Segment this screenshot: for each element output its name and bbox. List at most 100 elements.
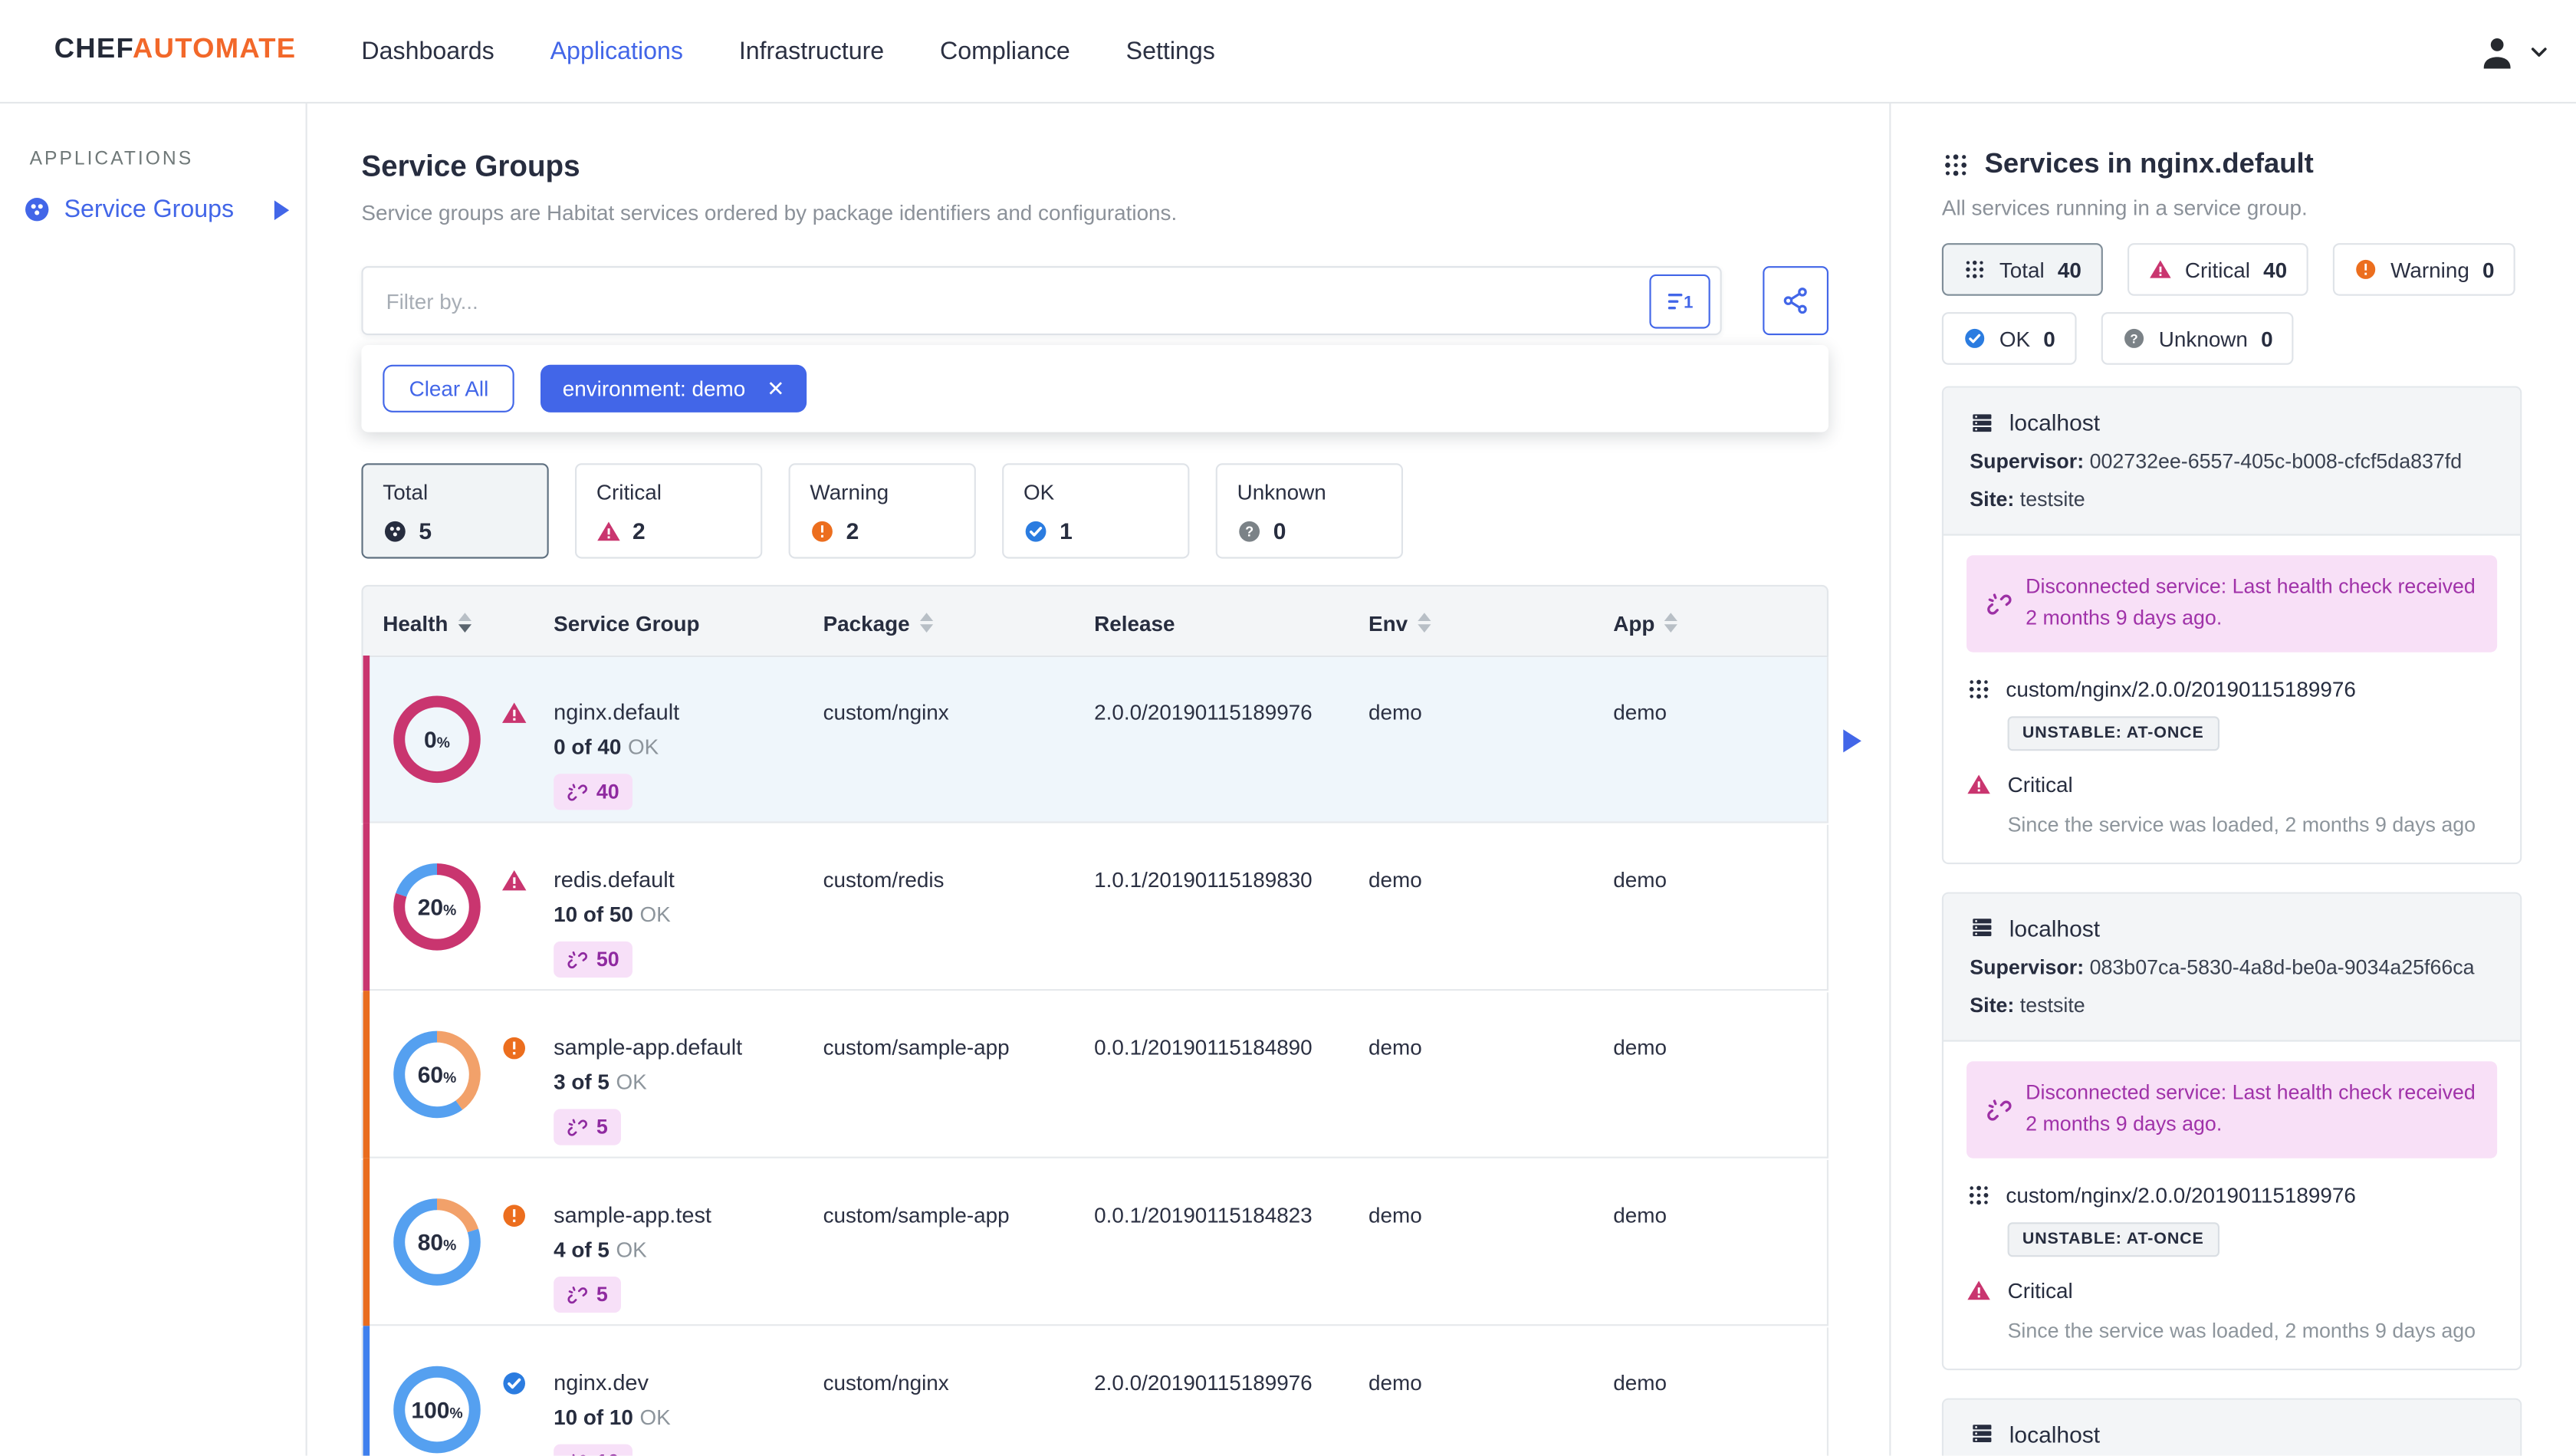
status-pill-critical[interactable]: Critical 40 [2127, 243, 2309, 296]
table-row[interactable]: 20% redis.default 10 of 50 OK 50 custom/r… [361, 823, 1829, 991]
tile-label: Warning [810, 479, 889, 505]
filter-chip[interactable]: environment: demo ✕ [540, 364, 807, 412]
status-tile-critical[interactable]: Critical 2 [575, 463, 763, 559]
filter-chip-label: environment: demo [562, 376, 746, 401]
server-icon [1970, 1421, 1994, 1446]
selected-row-marker [1843, 729, 1861, 753]
supervisor-id: 083b07ca-5830-4a8d-be0a-9034a25f66ca [2089, 955, 2475, 979]
host-name: localhost [2009, 915, 2101, 942]
supervisor-id: 002732ee-6557-405c-b008-cfcf5da837fd [2089, 450, 2463, 474]
status-tile-total[interactable]: Total 5 [361, 463, 549, 559]
user-icon[interactable] [2476, 31, 2518, 74]
pill-count: 0 [2043, 326, 2055, 351]
panel-title: Services in nginx.default [1942, 148, 2522, 181]
critical-icon [2149, 258, 2172, 281]
critical-icon [501, 867, 527, 893]
ok-icon [1024, 518, 1048, 543]
column-header-health[interactable]: Health [383, 587, 472, 659]
pill-label: Warning [2390, 257, 2469, 282]
pill-label: Unknown [2158, 326, 2248, 351]
table-row[interactable]: 0% nginx.default 0 of 40 OK 40 custom/ngi… [361, 656, 1861, 823]
package-dots-icon [1967, 1182, 1991, 1207]
health-percent: 0% [424, 726, 450, 753]
clear-all-button[interactable]: Clear All [383, 364, 515, 412]
sort-icons[interactable] [458, 613, 472, 633]
nav-tab-settings[interactable]: Settings [1126, 38, 1215, 65]
column-header-release[interactable]: Release [1094, 587, 1175, 659]
column-label: Release [1094, 610, 1175, 636]
sidebar-item-service-groups[interactable]: Service Groups [23, 196, 290, 223]
disconnected-count: 50 [596, 948, 619, 971]
release-cell: 1.0.1/20190115189830 [1094, 867, 1313, 892]
brand-chef: CHEF [54, 32, 133, 64]
chef-automate-app: CHEFAUTOMATE Dashboards Applications Infra… [0, 0, 2576, 1456]
pill-label: Total [1999, 257, 2045, 282]
server-icon [1970, 915, 1994, 940]
column-header-app[interactable]: App [1613, 587, 1678, 659]
nav-tab-dashboards[interactable]: Dashboards [361, 38, 494, 65]
table-header: Health Service Group Package Release Env… [361, 584, 1829, 659]
status-pill-unknown[interactable]: ? Unknown 0 [2101, 312, 2295, 365]
chevron-right-icon[interactable] [274, 199, 290, 220]
status-pill-total[interactable]: Total 40 [1941, 243, 2103, 296]
sort-icons[interactable] [1417, 613, 1431, 633]
user-menu[interactable] [2476, 0, 2549, 104]
nav-tab-infrastructure[interactable]: Infrastructure [739, 38, 884, 65]
table-rows: 0% nginx.default 0 of 40 OK 40 custom/ngi… [361, 656, 1861, 1456]
page-title: Service Groups [361, 150, 580, 182]
health-donut: 100% [393, 1366, 481, 1454]
panel-title-text: Services in nginx.default [1984, 147, 2314, 179]
disconnected-badge: 5 [554, 1277, 621, 1313]
status-pill-ok[interactable]: OK 0 [1941, 312, 2077, 365]
status-tile-ok[interactable]: OK 1 [1002, 463, 1190, 559]
filter-input-wrap: 1 [361, 266, 1722, 336]
table-row[interactable]: 60% sample-app.default 3 of 5 OK 5 custom… [361, 991, 1829, 1159]
column-header-package[interactable]: Package [823, 587, 933, 659]
health-donut: 80% [393, 1198, 481, 1287]
tile-label: Total [383, 479, 429, 505]
health-note: Since the service was loaded, 2 months 9… [2007, 1318, 2476, 1342]
disconnected-badge: 40 [554, 774, 632, 810]
service-cards: localhost Supervisor: 002732ee-6557-405c… [1941, 386, 2522, 1456]
sidebar: APPLICATIONS Service Groups [0, 104, 307, 1456]
update-strategy-badge: UNSTABLE: AT-ONCE [2007, 715, 2219, 751]
health-percent: 20% [417, 893, 457, 920]
broken-link-icon [567, 949, 588, 971]
filter-count-button[interactable]: 1 [1649, 274, 1710, 329]
sidebar-heading: APPLICATIONS [29, 150, 194, 169]
nav-tab-applications[interactable]: Applications [550, 38, 683, 65]
services-panel: Services in nginx.default All services r… [1889, 104, 2576, 1456]
sort-icons[interactable] [1664, 613, 1678, 633]
brand-logo[interactable]: CHEFAUTOMATE [54, 33, 297, 66]
column-header-env[interactable]: Env [1368, 587, 1431, 659]
warning-icon [810, 518, 834, 543]
disconnected-alert-text: Disconnected service: Last health check … [2026, 575, 2476, 630]
table-row[interactable]: 100% nginx.dev 10 of 10OK 10 custom/ngin… [361, 1326, 1829, 1456]
unknown-icon: ? [2123, 327, 2146, 350]
ok-icon [501, 1370, 527, 1396]
tile-count: 1 [1060, 518, 1073, 544]
nav-tab-compliance[interactable]: Compliance [940, 38, 1070, 65]
release-cell: 2.0.0/20190115189976 [1094, 699, 1313, 725]
chip-close-icon[interactable]: ✕ [767, 376, 784, 402]
filter-chips: environment: demo ✕ [540, 364, 807, 412]
column-header-service-group[interactable]: Service Group [554, 587, 699, 659]
share-button[interactable] [1763, 266, 1829, 336]
chevron-down-icon[interactable] [2528, 41, 2550, 63]
service-card-header: localhost Supervisor: 0c0a6b1f-f9f2-4fe6… [1944, 1398, 2521, 1456]
pill-count: 40 [2263, 257, 2288, 282]
sort-icons[interactable] [919, 613, 933, 633]
table-row[interactable]: 80% sample-app.test 4 of 5 OK 5 custom/sa… [361, 1158, 1829, 1326]
host-name: localhost [2009, 1420, 2101, 1447]
status-pill-warning[interactable]: Warning 0 [2333, 243, 2516, 296]
service-group-name: nginx.default [554, 699, 680, 725]
status-tiles: Total 5 Critical 2 Warning 2 OK 1 Unknow… [361, 463, 1829, 559]
total-icon [383, 518, 407, 543]
status-tile-unknown[interactable]: Unknown ? 0 [1215, 463, 1403, 559]
column-label: Package [823, 610, 910, 636]
filter-input[interactable] [363, 268, 1720, 334]
active-filters-panel: Clear All environment: demo ✕ [361, 345, 1829, 432]
page-subtitle: Service groups are Habitat services orde… [361, 200, 1178, 225]
status-tile-warning[interactable]: Warning 2 [788, 463, 976, 559]
service-card-body: Disconnected service: Last health check … [1944, 536, 2520, 863]
